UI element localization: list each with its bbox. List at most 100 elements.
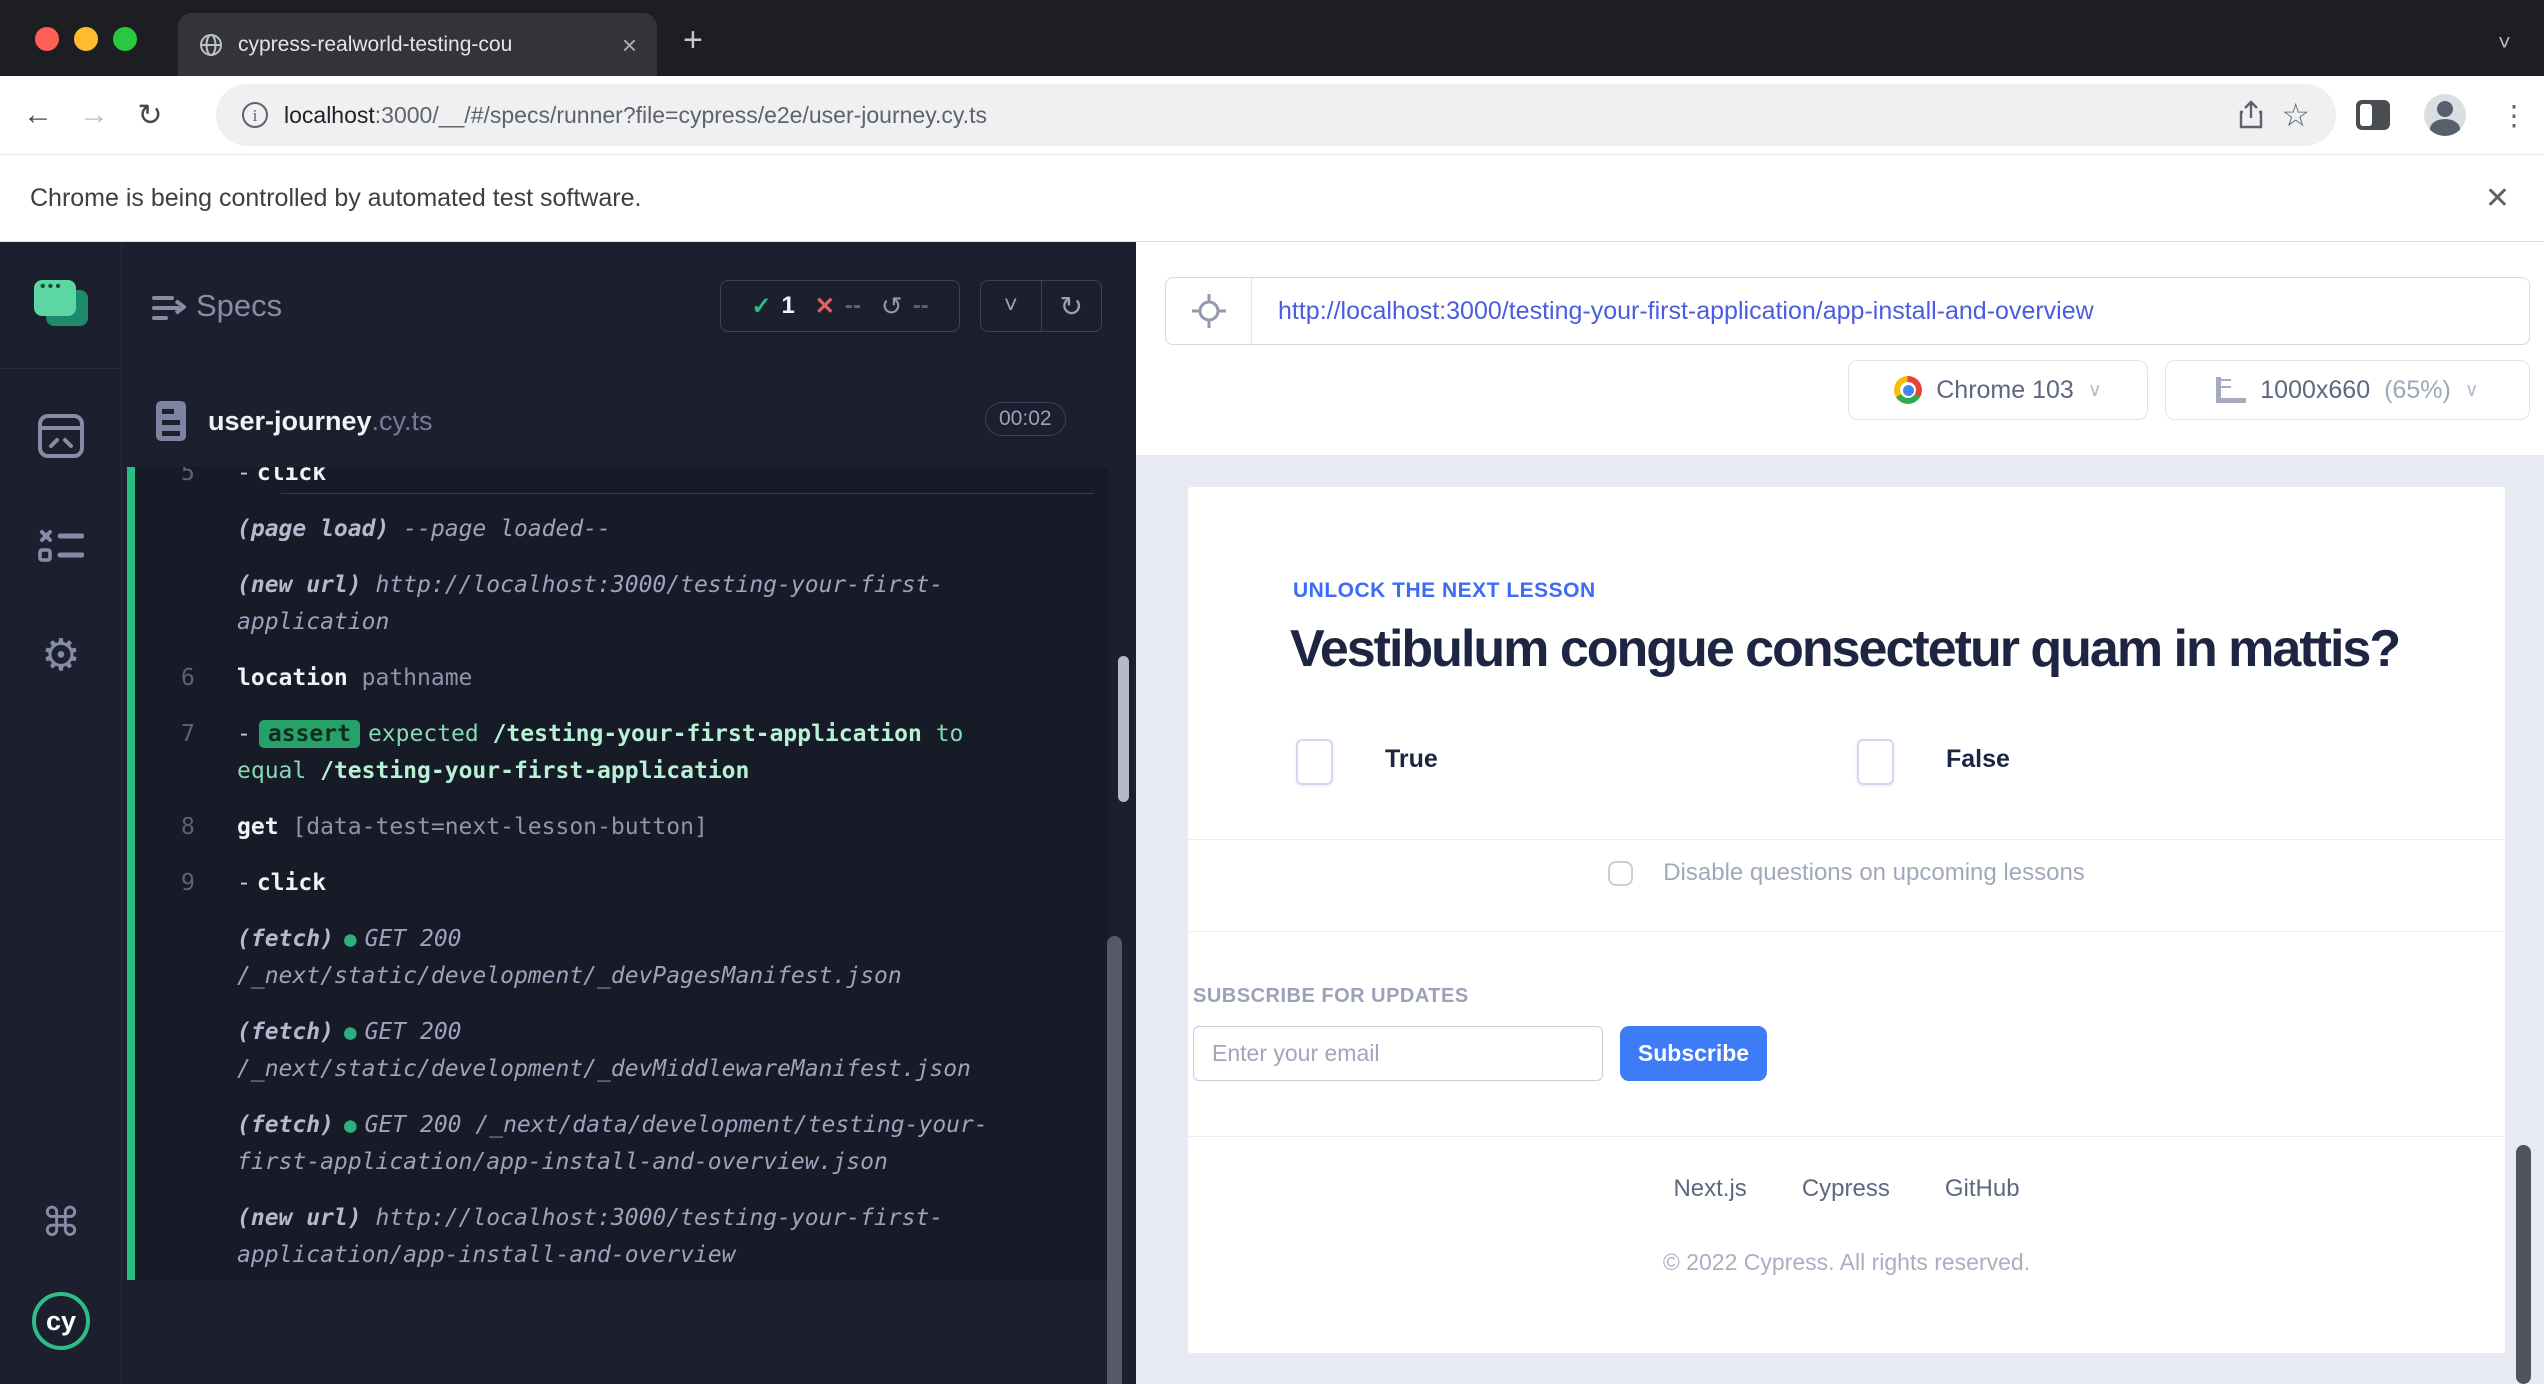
back-button[interactable]: ←	[10, 98, 66, 132]
log-scrollbar-thumb[interactable]	[1107, 936, 1122, 1384]
log-entry-number	[135, 1200, 207, 1274]
log-segment-dash: -	[237, 721, 251, 747]
specs-list-icon[interactable]	[152, 292, 188, 324]
keyboard-shortcuts-button[interactable]: ⌘	[0, 1200, 122, 1246]
email-input[interactable]	[1193, 1026, 1603, 1081]
minimize-window-button[interactable]	[74, 27, 98, 51]
spec-file-row[interactable]: user-journey.cy.ts 00:02	[122, 390, 1136, 452]
tab-close-icon[interactable]: ×	[622, 32, 637, 58]
false-checkbox[interactable]	[1857, 739, 1894, 785]
side-panel-icon[interactable]	[2356, 100, 2390, 130]
banner-close-icon[interactable]: ✕	[2485, 181, 2510, 216]
log-entry[interactable]: (fetch) ● GET 200 /_next/data/development/…	[135, 1107, 1108, 1181]
footer-link[interactable]: Cypress	[1802, 1175, 1890, 1203]
log-entry-number: 9	[181, 870, 195, 896]
log-entry-content: (new url) http://localhost:3000/testing-…	[237, 1200, 1033, 1274]
log-entry[interactable]: 8 get [data-test=next-lesson-button]	[135, 809, 1108, 846]
log-entry-content: location pathname	[237, 660, 1033, 697]
log-entry[interactable]: (new url) http://localhost:3000/testing-…	[135, 567, 1108, 641]
reporter-panel: Specs ✓ 1 ✕ -- ↺ -- ˅ ↻ user-journey.cy.…	[122, 242, 1136, 1384]
status-dot-icon: ●	[343, 927, 357, 951]
selector-playground-button[interactable]	[1166, 278, 1252, 344]
chevron-down-icon: ∨	[2464, 379, 2479, 401]
log-entry[interactable]: (fetch) ● GET 200 /_next/static/developmen…	[135, 1014, 1108, 1088]
log-entry[interactable]: 5 - click	[135, 467, 1108, 492]
new-tab-button[interactable]: +	[683, 23, 703, 57]
log-segment-cmd: click	[256, 467, 327, 486]
false-label: False	[1946, 745, 2010, 773]
log-segment-atext: expected	[367, 721, 493, 747]
browser-selector[interactable]: Chrome 103 ∨	[1848, 360, 2148, 420]
log-entry[interactable]: 6 location pathname	[135, 660, 1108, 697]
profile-avatar[interactable]	[2424, 94, 2466, 136]
log-entry[interactable]: (new url) http://localhost:3000/testing-…	[135, 1200, 1108, 1274]
globe-icon	[198, 32, 224, 58]
aut-url-bar[interactable]: http://localhost:3000/testing-your-first…	[1165, 277, 2530, 345]
passed-count: 1	[781, 292, 795, 319]
browser-tab[interactable]: cypress-realworld-testing-cou ×	[178, 13, 657, 76]
maximize-window-button[interactable]	[113, 27, 137, 51]
disable-questions-row[interactable]: Disable questions on upcoming lessons	[1188, 859, 2505, 887]
aut-scrollbar-thumb[interactable]	[2516, 1145, 2531, 1384]
disable-questions-checkbox[interactable]	[1608, 860, 1634, 886]
log-segment-arg: pathname	[347, 665, 473, 691]
log-segment-ev: (fetch)	[237, 926, 334, 952]
cypress-app-logo-icon[interactable]	[0, 278, 122, 326]
subscribe-heading: SUBSCRIBE FOR UPDATES	[1193, 985, 1469, 1007]
answer-option-false[interactable]: False	[1857, 739, 2010, 785]
reload-button[interactable]: ↻	[122, 98, 178, 133]
address-url[interactable]: localhost:3000/__/#/specs/runner?file=cy…	[284, 102, 2221, 129]
sidebar-item-specs[interactable]	[0, 414, 122, 458]
log-segment-badge: assert	[258, 720, 360, 748]
answer-option-true[interactable]: True	[1296, 739, 1438, 785]
address-bar[interactable]: i localhost:3000/__/#/specs/runner?file=…	[216, 84, 2336, 146]
close-window-button[interactable]	[35, 27, 59, 51]
status-dot-icon: ●	[343, 1113, 357, 1137]
rerun-icon[interactable]: ↻	[1040, 281, 1102, 331]
log-segment-arg: [data-test=next-lesson-button]	[278, 814, 708, 840]
viewport-selector[interactable]: 1000x660 (65%) ∨	[2165, 360, 2530, 420]
aut-topbar: http://localhost:3000/testing-your-first…	[1136, 242, 2544, 455]
subscribe-button[interactable]: Subscribe	[1620, 1026, 1767, 1081]
log-entry-content: get [data-test=next-lesson-button]	[237, 809, 1033, 846]
chrome-icon	[1894, 376, 1923, 404]
aut-url[interactable]: http://localhost:3000/testing-your-first…	[1278, 297, 2094, 326]
footer-link[interactable]: GitHub	[1945, 1175, 2020, 1203]
tab-search-chevron-icon[interactable]: ˅	[2498, 30, 2511, 56]
log-entry[interactable]: (page load) --page loaded--	[135, 511, 1108, 548]
footer-link[interactable]: Next.js	[1673, 1175, 1746, 1203]
log-entry-content: - assert expected /testing-your-first-appl…	[237, 716, 1033, 790]
bookmark-star-icon[interactable]: ☆	[2281, 96, 2310, 134]
collapse-chevron-icon[interactable]: ˅	[981, 281, 1041, 331]
sidebar-item-settings[interactable]: ⚙	[0, 630, 122, 681]
log-entry[interactable]: 9 - click	[135, 865, 1108, 902]
cypress-user-logo[interactable]: cy	[0, 1292, 122, 1350]
disable-questions-label: Disable questions on upcoming lessons	[1663, 859, 2085, 886]
log-segment-dash: -	[237, 870, 251, 896]
command-log: 5- click (page load) --page loaded-- (new u…	[127, 467, 1108, 1280]
log-segment-evtext: GET 200 /_next/static/development/_devPa…	[237, 926, 902, 989]
spec-duration-badge: 00:02	[985, 402, 1066, 436]
command-icon: ⌘	[41, 1201, 81, 1245]
section-divider	[1188, 931, 2505, 932]
log-entry-content: (fetch) ● GET 200 /_next/static/developmen…	[237, 921, 1033, 995]
log-entry-number	[135, 1107, 207, 1181]
log-segment-ev: (new url)	[237, 1205, 362, 1231]
spec-file-icon	[156, 401, 186, 441]
log-segment-abold: /testing-your-first-application	[320, 758, 750, 784]
menu-kebab-icon[interactable]: ⋮	[2500, 99, 2528, 132]
specs-scrollbar-thumb[interactable]	[1118, 656, 1129, 802]
sidebar-item-runs[interactable]	[0, 528, 122, 564]
share-icon[interactable]	[2237, 100, 2265, 130]
log-entry[interactable]: (fetch) ● GET 200 /_next/static/developmen…	[135, 921, 1108, 995]
cy-logo: cy	[32, 1292, 90, 1350]
log-entry[interactable]: 7 - assert expected /testing-your-first-app…	[135, 716, 1108, 790]
log-entry-content: - click	[237, 467, 1033, 492]
failed-count: --	[844, 292, 861, 319]
browser-selector-label: Chrome 103	[1936, 375, 2074, 404]
log-segment-abold: /testing-your-first-application	[492, 721, 922, 747]
log-segment-ev: (page load)	[237, 516, 390, 542]
true-checkbox[interactable]	[1296, 739, 1333, 785]
status-dot-icon: ●	[343, 1020, 357, 1044]
site-info-icon[interactable]: i	[242, 102, 268, 128]
